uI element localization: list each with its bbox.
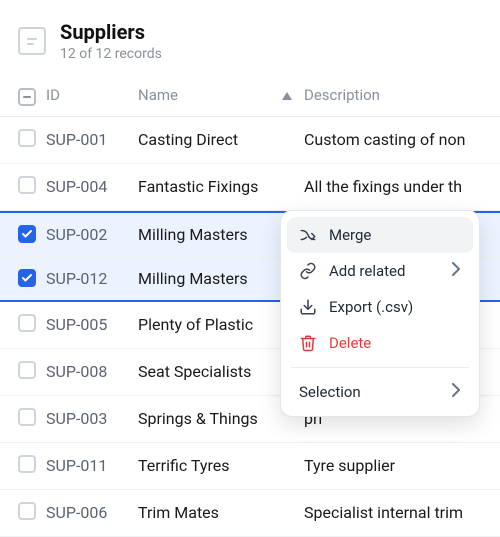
row-description: Specialist internal trim — [304, 503, 482, 522]
row-id: SUP-001 — [46, 130, 138, 149]
row-checkbox[interactable] — [18, 314, 36, 332]
row-id: SUP-011 — [46, 456, 138, 475]
row-id: SUP-006 — [46, 503, 138, 522]
menu-item-export[interactable]: Export (.csv) — [287, 289, 473, 325]
menu-item-merge[interactable]: Merge — [287, 217, 473, 253]
row-id: SUP-004 — [46, 177, 138, 196]
table-icon — [18, 27, 46, 55]
chevron-right-icon — [451, 262, 461, 280]
row-checkbox[interactable] — [18, 361, 36, 379]
context-menu: Merge Add related Export (.csv) Delete S… — [280, 210, 480, 417]
row-name: Terrific Tyres — [138, 456, 304, 475]
column-header-name[interactable]: Name — [138, 86, 304, 104]
menu-item-add-related[interactable]: Add related — [287, 253, 473, 289]
row-checkbox[interactable] — [18, 129, 36, 147]
sort-asc-icon — [282, 86, 292, 104]
table-row[interactable]: SUP-011Terrific TyresTyre supplier — [0, 443, 500, 490]
row-id: SUP-002 — [46, 225, 138, 244]
page-title: Suppliers — [60, 20, 162, 44]
column-header-name-label: Name — [138, 86, 178, 104]
row-name: Trim Mates — [138, 503, 304, 522]
row-id: SUP-008 — [46, 362, 138, 381]
table-row[interactable]: SUP-001Casting DirectCustom casting of n… — [0, 117, 500, 164]
row-description: All the fixings under th — [304, 177, 482, 196]
menu-item-export-label: Export (.csv) — [329, 298, 413, 316]
row-id: SUP-003 — [46, 409, 138, 428]
table-header-row: ID Name Description — [0, 74, 500, 117]
row-id: SUP-012 — [46, 269, 138, 288]
menu-item-delete-label: Delete — [329, 334, 371, 352]
row-checkbox[interactable] — [18, 408, 36, 426]
row-checkbox[interactable] — [18, 176, 36, 194]
row-checkbox[interactable] — [18, 455, 36, 473]
row-checkbox[interactable] — [18, 225, 36, 243]
menu-item-delete[interactable]: Delete — [287, 325, 473, 361]
page-header: Suppliers 12 of 12 records — [0, 0, 500, 74]
column-header-id[interactable]: ID — [46, 86, 138, 104]
row-description: Custom casting of non — [304, 130, 482, 149]
row-id: SUP-005 — [46, 315, 138, 334]
table-row[interactable]: SUP-004Fantastic FixingsAll the fixings … — [0, 164, 500, 211]
row-name: Casting Direct — [138, 130, 304, 149]
chevron-right-icon — [451, 383, 461, 401]
menu-item-add-related-label: Add related — [329, 262, 405, 280]
menu-item-merge-label: Merge — [329, 226, 371, 244]
menu-item-selection[interactable]: Selection — [287, 374, 473, 410]
row-checkbox[interactable] — [18, 502, 36, 520]
table-row[interactable]: SUP-006Trim MatesSpecialist internal tri… — [0, 490, 500, 537]
download-icon — [299, 298, 317, 316]
merge-icon — [299, 226, 317, 244]
column-header-description[interactable]: Description — [304, 86, 482, 104]
row-description: Tyre supplier — [304, 456, 482, 475]
link-icon — [299, 262, 317, 280]
row-name: Springs & Things — [138, 409, 304, 428]
trash-icon — [299, 334, 317, 352]
row-checkbox[interactable] — [18, 269, 36, 287]
record-count: 12 of 12 records — [60, 46, 162, 62]
select-all-checkbox[interactable] — [18, 88, 36, 106]
menu-item-selection-label: Selection — [299, 383, 361, 401]
row-name: Fantastic Fixings — [138, 177, 304, 196]
menu-divider — [291, 367, 469, 368]
